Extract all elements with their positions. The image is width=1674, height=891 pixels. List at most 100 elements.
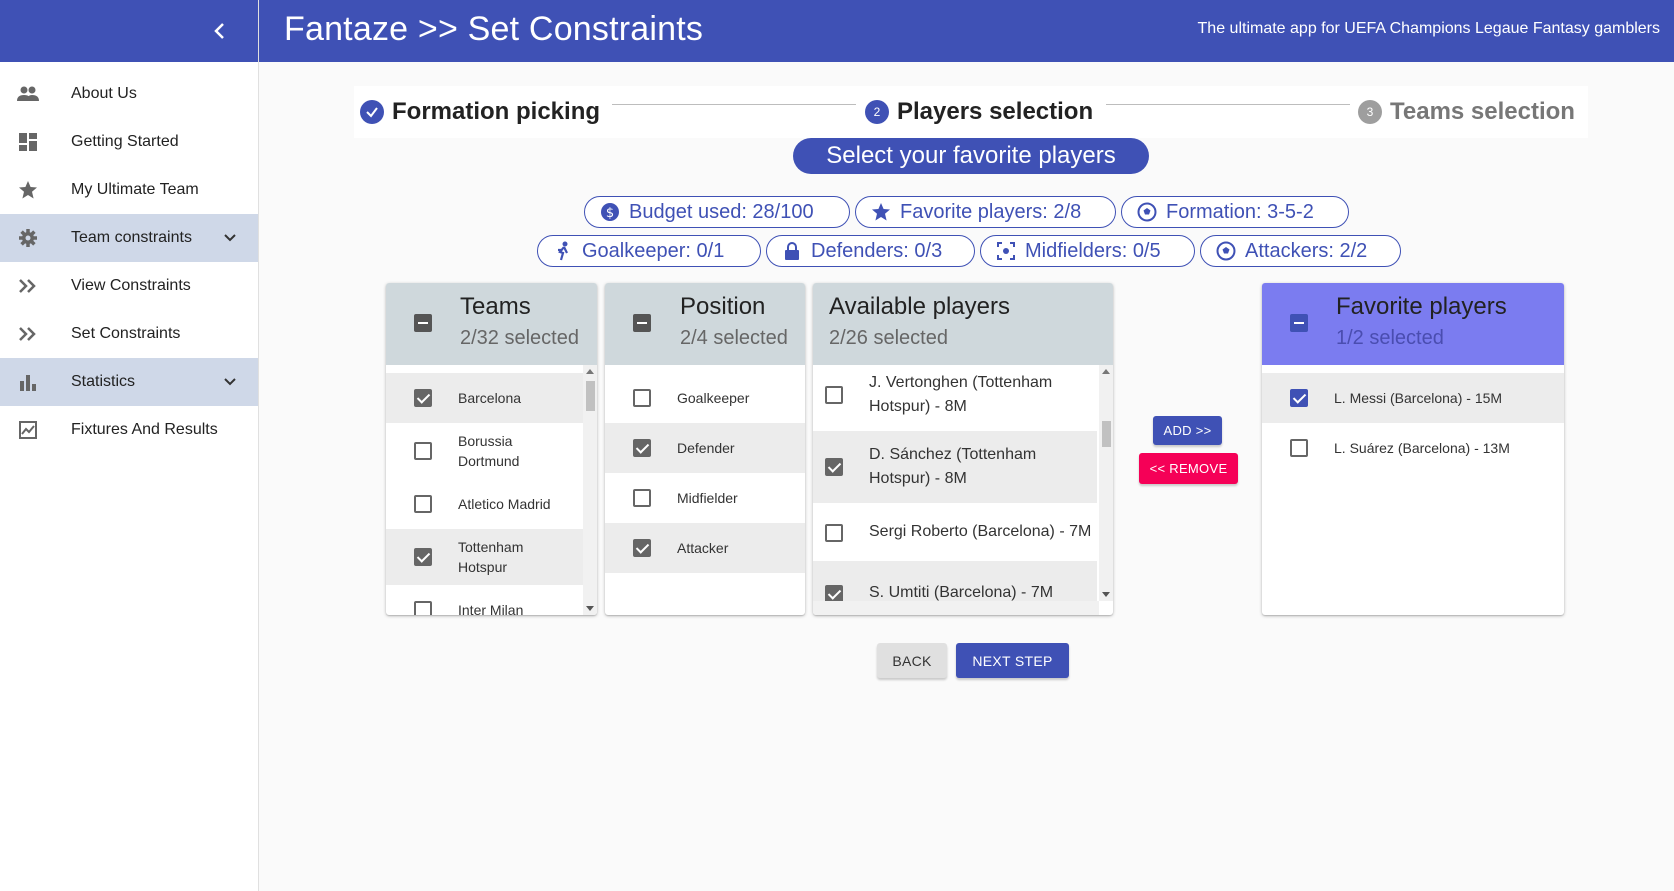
sidebar-item-team-constraints[interactable]: Team constraints (0, 214, 258, 262)
list-title: Available players (829, 293, 1010, 320)
chip-label: Budget used: 28/100 (629, 200, 814, 223)
sidebar-item-label: Getting Started (71, 133, 179, 150)
chevron-down-icon (224, 234, 236, 242)
headline-badge: Select your favorite players (793, 138, 1149, 174)
sidebar: About Us Getting Started My Ultimate Tea… (0, 0, 259, 891)
checkbox[interactable] (1290, 389, 1308, 407)
bar-chart-icon (16, 370, 40, 394)
favorite-players-list: Favorite players 1/2 selected L. Messi (… (1262, 283, 1564, 615)
list-item-label: Defender (677, 440, 735, 456)
step-label: Players selection (897, 98, 1094, 125)
position-list: Position 2/4 selected Goalkeeper Defende… (605, 283, 805, 615)
available-list-body: J. Vertonghen (Tottenham Hotspur) - 8M D… (813, 365, 1113, 615)
teams-list-body: Barcelona Borussia Dortmund Atletico Mad… (386, 365, 597, 615)
scroll-thumb[interactable] (586, 381, 595, 411)
sidebar-item-my-ultimate-team[interactable]: My Ultimate Team (0, 166, 258, 214)
teams-scrollbar[interactable] (583, 365, 597, 615)
available-list-header: Available players 2/26 selected (813, 283, 1113, 365)
list-item-label: Atletico Madrid (458, 496, 551, 512)
add-button[interactable]: ADD >> (1153, 416, 1222, 445)
list-item[interactable]: L. Suárez (Barcelona) - 13M (1262, 423, 1564, 473)
list-item[interactable]: Borussia Dortmund (386, 423, 583, 479)
scoreboard-icon (16, 418, 40, 442)
defenders-chip: Defenders: 0/3 (766, 235, 975, 267)
sidebar-item-getting-started[interactable]: Getting Started (0, 118, 258, 166)
sidebar-header (0, 0, 258, 62)
checkbox[interactable] (414, 389, 432, 407)
checkbox[interactable] (633, 439, 651, 457)
scroll-up-icon (1102, 369, 1110, 374)
checkbox[interactable] (633, 539, 651, 557)
list-subtitle: 2/32 selected (460, 327, 579, 349)
favorites-list-header: Favorite players 1/2 selected (1262, 283, 1564, 365)
checkbox[interactable] (825, 458, 843, 476)
double-chevron-icon (16, 322, 40, 346)
center-focus-icon (995, 240, 1017, 262)
list-item[interactable]: Sergi Roberto (Barcelona) - 7M (813, 503, 1097, 561)
list-item[interactable]: Attacker (605, 523, 805, 573)
list-item[interactable]: Midfielder (605, 473, 805, 523)
list-item-label: Borussia Dortmund (458, 433, 520, 469)
chip-label: Goalkeeper: 0/1 (582, 239, 725, 262)
collapse-sidebar-button[interactable] (204, 15, 236, 47)
sidebar-item-label: Fixtures And Results (71, 421, 218, 438)
budget-chip: $ Budget used: 28/100 (584, 196, 850, 228)
select-all-teams-checkbox[interactable] (414, 314, 432, 332)
sidebar-item-statistics[interactable]: Statistics (0, 358, 258, 406)
list-item[interactable]: L. Messi (Barcelona) - 15M (1262, 373, 1564, 423)
sidebar-item-set-constraints[interactable]: Set Constraints (0, 310, 258, 358)
sidebar-item-label: Team constraints (71, 229, 192, 246)
list-item[interactable]: Barcelona (386, 373, 583, 423)
sidebar-item-fixtures-and-results[interactable]: Fixtures And Results (0, 406, 258, 454)
remove-button[interactable]: << REMOVE (1139, 453, 1238, 484)
star-icon (870, 201, 892, 223)
next-step-button[interactable]: NEXT STEP (956, 643, 1069, 678)
select-all-favorites-checkbox[interactable] (1290, 314, 1308, 332)
scroll-thumb[interactable] (1102, 421, 1111, 447)
list-subtitle: 1/2 selected (1336, 327, 1444, 349)
checkbox[interactable] (414, 601, 432, 615)
back-button[interactable]: BACK (877, 643, 947, 678)
midfielders-chip: Midfielders: 0/5 (980, 235, 1195, 267)
list-subtitle: 2/4 selected (680, 327, 788, 349)
select-all-positions-checkbox[interactable] (633, 314, 651, 332)
step-label: Teams selection (1390, 98, 1575, 125)
sidebar-item-label: Statistics (71, 373, 136, 390)
checkbox[interactable] (414, 495, 432, 513)
list-title: Teams (460, 293, 531, 320)
checkbox[interactable] (825, 386, 843, 404)
star-icon (16, 178, 40, 202)
available-scrollbar[interactable] (1099, 365, 1113, 601)
list-item-label: Attacker (677, 540, 729, 556)
sidebar-item-about-us[interactable]: About Us (0, 70, 258, 118)
checkbox[interactable] (633, 389, 651, 407)
checkbox[interactable] (414, 548, 432, 566)
horizontal-scrollbar[interactable] (813, 601, 1099, 615)
formation-chip: Formation: 3-5-2 (1121, 196, 1349, 228)
checkbox[interactable] (414, 442, 432, 460)
sidebar-item-view-constraints[interactable]: View Constraints (0, 262, 258, 310)
checkbox[interactable] (633, 489, 651, 507)
checkbox[interactable] (825, 524, 843, 542)
step-label: Formation picking (392, 98, 601, 125)
list-item-label: Sergi Roberto (Barcelona) - 7M (869, 523, 1092, 540)
soccer-ball-icon (1215, 240, 1237, 262)
goalkeeper-chip: Goalkeeper: 0/1 (537, 235, 761, 267)
list-item[interactable]: Inter Milan (386, 585, 583, 615)
list-item[interactable]: Goalkeeper (605, 373, 805, 423)
sidebar-item-label: My Ultimate Team (71, 181, 199, 198)
list-item[interactable]: Atletico Madrid (386, 479, 583, 529)
list-item[interactable]: D. Sánchez (Tottenham Hotspur) - 8M (813, 431, 1097, 503)
list-title: Position (680, 293, 766, 320)
page-title: Fantaze >> Set Constraints (284, 10, 704, 48)
list-item[interactable]: J. Vertonghen (Tottenham Hotspur) - 8M (813, 365, 1097, 431)
step-formation-picking: Formation picking (360, 86, 600, 138)
gear-icon (16, 226, 40, 250)
list-item-label: L. Suárez (Barcelona) - 13M (1334, 440, 1510, 456)
list-item-label: Goalkeeper (677, 390, 750, 406)
list-item[interactable]: Tottenham Hotspur (386, 529, 583, 585)
app-tagline: The ultimate app for UEFA Champions Lega… (1197, 20, 1660, 37)
position-list-body: Goalkeeper Defender Midfielder Attacker (605, 365, 805, 615)
checkbox[interactable] (1290, 439, 1308, 457)
list-item[interactable]: Defender (605, 423, 805, 473)
